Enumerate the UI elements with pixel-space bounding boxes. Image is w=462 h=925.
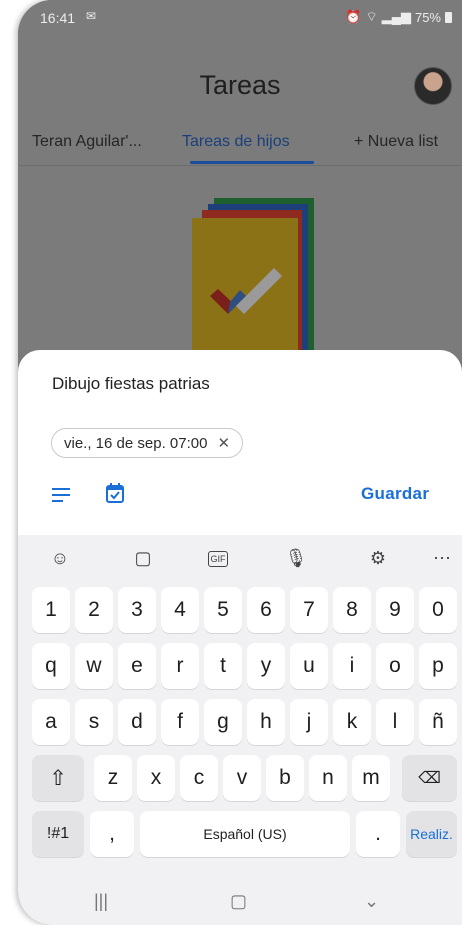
done-key[interactable]: Realiz. <box>406 811 457 857</box>
key[interactable]: 1 <box>32 587 70 633</box>
new-task-sheet: Dibujo fiestas patrias vie., 16 de sep. … <box>18 350 462 535</box>
key[interactable]: i <box>333 643 371 689</box>
details-icon[interactable] <box>52 488 70 502</box>
key[interactable]: n <box>309 755 347 801</box>
key[interactable]: z <box>94 755 132 801</box>
key[interactable]: b <box>266 755 304 801</box>
empty-list-illustration <box>192 198 314 350</box>
key[interactable]: 9 <box>376 587 414 633</box>
key[interactable]: 4 <box>161 587 199 633</box>
tasks-app-background: 16:41 ✉ ⏰ ⌔ ▂▄▆ 75% Tareas Teran Aguilar… <box>18 0 462 350</box>
settings-icon[interactable]: ⚙ <box>366 546 390 570</box>
active-tab-indicator <box>190 161 314 164</box>
key[interactable]: e <box>118 643 156 689</box>
shift-key[interactable]: ⇧ <box>32 755 84 801</box>
key[interactable]: d <box>118 699 156 745</box>
recent-apps-icon[interactable]: ||| <box>94 891 108 912</box>
key[interactable]: m <box>352 755 390 801</box>
battery-level: 75% <box>414 9 441 25</box>
tab-new-list[interactable]: + Nueva list <box>354 133 438 151</box>
key[interactable]: c <box>180 755 218 801</box>
key[interactable]: 5 <box>204 587 242 633</box>
symbols-key[interactable]: !#1 <box>32 811 84 857</box>
key[interactable]: 2 <box>75 587 113 633</box>
tab-tareas-de-hijos[interactable]: Tareas de hijos <box>182 133 290 151</box>
save-button[interactable]: Guardar <box>361 484 429 504</box>
signal-icon: ▂▄▆ <box>381 9 411 24</box>
phone-screen: 16:41 ✉ ⏰ ⌔ ▂▄▆ 75% Tareas Teran Aguilar… <box>18 0 462 925</box>
tab-teran-aguilar[interactable]: Teran Aguilar'... <box>32 133 142 151</box>
period-key[interactable]: . <box>356 811 400 857</box>
key[interactable]: v <box>223 755 261 801</box>
battery-icon <box>445 11 452 23</box>
key[interactable]: y <box>247 643 285 689</box>
key[interactable]: a <box>32 699 70 745</box>
status-bar: 16:41 ✉ ⏰ ⌔ ▂▄▆ 75% <box>18 0 462 36</box>
comma-key[interactable]: , <box>90 811 134 857</box>
avatar[interactable] <box>414 67 452 105</box>
key[interactable]: x <box>137 755 175 801</box>
key[interactable]: k <box>333 699 371 745</box>
status-time: 16:41 <box>40 10 76 26</box>
alarm-icon: ⏰ <box>345 9 362 24</box>
key[interactable]: 6 <box>247 587 285 633</box>
key[interactable]: 7 <box>290 587 328 633</box>
key[interactable]: 3 <box>118 587 156 633</box>
key[interactable]: r <box>161 643 199 689</box>
key[interactable]: l <box>376 699 414 745</box>
home-icon[interactable]: ▢ <box>230 891 247 912</box>
page-title: Tareas <box>199 70 281 100</box>
emoji-icon[interactable]: ☺ <box>48 546 72 570</box>
microphone-icon[interactable]: 🎙 <box>284 546 308 570</box>
tabs-divider <box>18 165 462 166</box>
due-date-label: vie., 16 de sep. 07:00 <box>64 434 208 452</box>
key[interactable]: j <box>290 699 328 745</box>
task-title-input[interactable]: Dibujo fiestas patrias <box>52 374 210 394</box>
key[interactable]: 0 <box>419 587 457 633</box>
message-icon: ✉ <box>86 9 97 23</box>
close-icon[interactable]: ✕ <box>217 434 230 452</box>
key[interactable]: p <box>419 643 457 689</box>
sticker-icon[interactable]: ▢ <box>131 546 155 570</box>
key[interactable]: u <box>290 643 328 689</box>
back-icon[interactable]: ⌄ <box>364 891 379 912</box>
key[interactable]: h <box>247 699 285 745</box>
key[interactable]: 8 <box>333 587 371 633</box>
key[interactable]: o <box>376 643 414 689</box>
more-icon[interactable]: ⋯ <box>430 546 454 570</box>
key[interactable]: g <box>204 699 242 745</box>
keyboard: ☺ ▢ GIF 🎙 ⚙ ⋯ 1 2 3 4 5 6 7 8 9 0 q w e … <box>18 535 462 925</box>
key[interactable]: f <box>161 699 199 745</box>
keyboard-toolbar: ☺ ▢ GIF 🎙 ⚙ ⋯ <box>18 535 462 581</box>
navigation-bar: ||| ▢ ⌄ <box>18 881 462 925</box>
list-tabs: Teran Aguilar'... Tareas de hijos + Nuev… <box>18 125 462 165</box>
due-date-chip[interactable]: vie., 16 de sep. 07:00 ✕ <box>51 428 244 458</box>
backspace-key[interactable]: ⌫ <box>402 755 457 801</box>
key[interactable]: s <box>75 699 113 745</box>
key[interactable]: ñ <box>419 699 457 745</box>
key[interactable]: w <box>75 643 113 689</box>
wifi-icon: ⌔ <box>365 9 378 24</box>
key[interactable]: t <box>204 643 242 689</box>
status-icons: ⏰ ⌔ ▂▄▆ 75% <box>345 9 452 25</box>
gif-icon[interactable]: GIF <box>208 551 228 567</box>
calendar-icon[interactable] <box>106 483 124 503</box>
space-key[interactable]: Español (US) <box>140 811 350 857</box>
key[interactable]: q <box>32 643 70 689</box>
